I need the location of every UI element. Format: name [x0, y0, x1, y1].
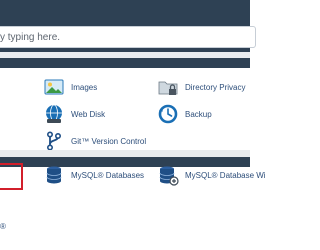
web-disk-label: Web Disk — [71, 109, 106, 119]
clock-backup-icon — [158, 104, 178, 124]
mysql-databases-label: MySQL® Databases — [71, 170, 145, 180]
mysql-databases-link[interactable]: MySQL® Databases — [43, 164, 144, 186]
directory-privacy-label: Directory Privacy — [185, 82, 246, 92]
git-version-control-label: Git™ Version Control — [71, 136, 147, 146]
globe-drive-icon — [46, 104, 62, 123]
web-disk-link[interactable]: Web Disk — [43, 103, 105, 125]
backup-link[interactable]: Backup — [157, 103, 212, 125]
directory-privacy-link[interactable]: Directory Privacy — [157, 76, 245, 98]
search-input-text: y typing here. — [0, 32, 61, 43]
image-gallery-icon — [44, 79, 64, 95]
mysql-database-wizard-label: MySQL® Database Wi — [185, 170, 266, 180]
database-icon — [46, 166, 62, 184]
git-version-control-link[interactable]: Git™ Version Control — [43, 130, 146, 152]
images-link[interactable]: Images — [43, 76, 97, 98]
highlight-box — [0, 163, 23, 190]
left-cut-label: ® — [0, 222, 6, 231]
database-wand-icon — [159, 166, 179, 186]
folder-lock-icon — [158, 81, 178, 95]
section-spacer — [0, 150, 250, 157]
git-branch-icon — [47, 131, 62, 151]
backup-label: Backup — [185, 109, 212, 119]
files-section-header[interactable] — [0, 58, 250, 68]
images-label: Images — [71, 82, 98, 92]
top-navbar — [0, 0, 250, 22]
mysql-database-wizard-link[interactable]: MySQL® Database Wi — [157, 164, 266, 186]
